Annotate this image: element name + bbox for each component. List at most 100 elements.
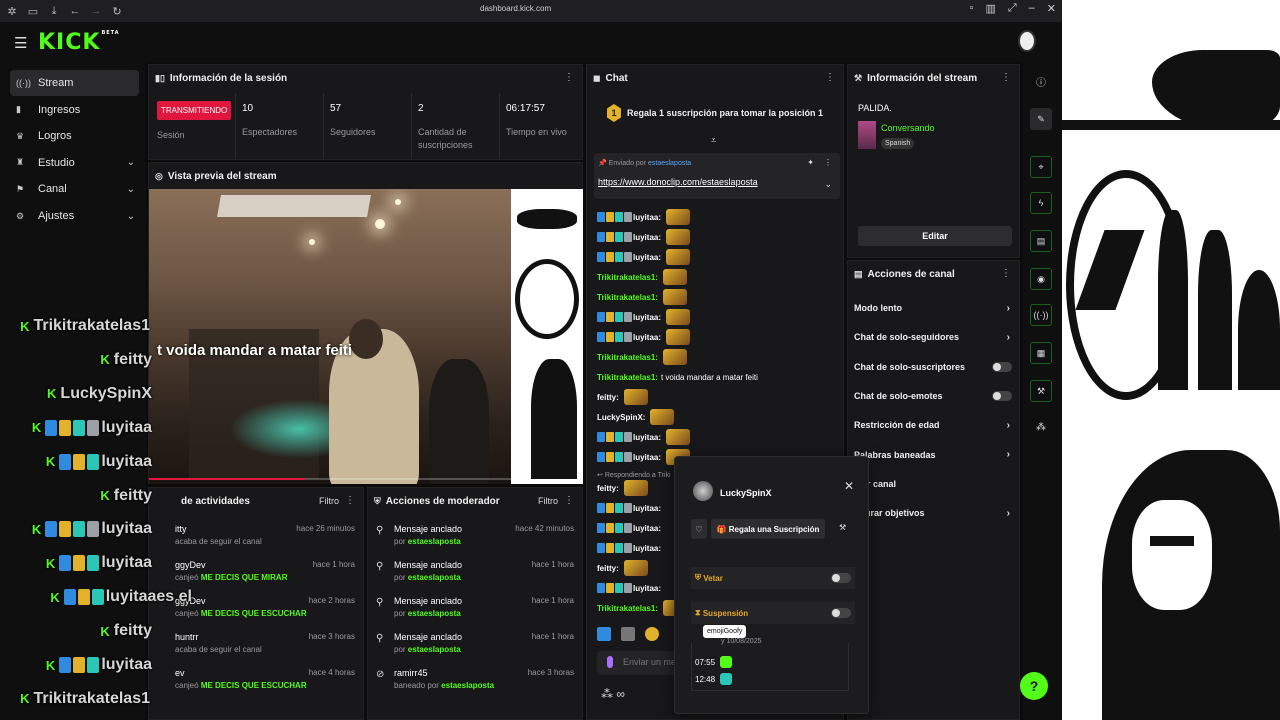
menu-icon[interactable]: ☰ xyxy=(14,34,27,52)
sidebar-item-estudio[interactable]: ♜ Estudio ⌄ xyxy=(10,150,139,176)
chat-username[interactable]: feitty: xyxy=(597,564,619,573)
chat-message[interactable]: luyitaa: xyxy=(597,328,691,346)
chat-username[interactable]: feitty: xyxy=(597,484,619,493)
forward-icon[interactable]: → xyxy=(87,2,105,20)
more-icon[interactable]: ⋮ xyxy=(825,72,835,83)
chat-message[interactable]: LuckySpinX: xyxy=(597,408,675,426)
kick-logo[interactable]: KICKBETA xyxy=(38,30,120,55)
edit-stream-button[interactable]: Editar xyxy=(858,226,1012,246)
mod-action-item[interactable]: ⚲ Mensaje anclado por estaeslaposta hace 1 … xyxy=(368,552,582,588)
chat-message[interactable]: feitty: xyxy=(597,559,648,577)
minimize-icon[interactable]: – xyxy=(1029,2,1035,15)
chat-username[interactable]: Trikitrakatelas1: xyxy=(597,604,658,613)
chat-username[interactable]: luyitaa: xyxy=(633,213,661,222)
chat-username[interactable]: luyitaa: xyxy=(633,453,661,462)
channel-action-item[interactable]: Chat de solo-seguidores › xyxy=(854,327,1014,347)
channel-action-item[interactable]: Modo lento › xyxy=(854,298,1014,318)
collapse-icon[interactable]: ⩡ xyxy=(711,135,716,146)
chat-username[interactable]: feitty: xyxy=(597,393,619,402)
chat-message[interactable]: feitty: xyxy=(597,479,648,497)
close-icon[interactable]: ✕ xyxy=(1047,2,1056,15)
points-icon[interactable]: ⁂ ∞ xyxy=(601,687,625,701)
user-avatar[interactable] xyxy=(1018,30,1036,52)
emote-shortcut[interactable] xyxy=(645,627,659,641)
chevron-down-icon[interactable]: ⌄ xyxy=(824,179,832,190)
stream-category[interactable]: Conversando xyxy=(881,123,935,133)
mic-icon[interactable] xyxy=(607,656,613,668)
activity-item[interactable]: ggyDev canjeó ME DECIS QUE MIRAR hace 1 ho… xyxy=(149,552,363,588)
more-icon[interactable]: ⋮ xyxy=(564,495,574,506)
mod-action-item[interactable]: ⊘ ramirr45 baneado por estaeslaposta hace 3… xyxy=(368,660,582,696)
chat-message[interactable]: Trikitrakatelas1: xyxy=(597,348,687,366)
broadcast-icon[interactable]: ((·)) xyxy=(1030,304,1052,326)
video-progress-bar[interactable] xyxy=(149,478,511,480)
chat-username[interactable]: luyitaa: xyxy=(633,524,661,533)
gift-leaderboard[interactable]: 1 Regala 1 suscripción para tomar la pos… xyxy=(587,95,843,131)
channel-action-item[interactable]: figurar objetivos › xyxy=(854,503,1014,523)
chat-username[interactable]: LuckySpinX: xyxy=(597,413,645,422)
channel-action-toggle[interactable] xyxy=(992,361,1012,372)
chat-message[interactable]: luyitaa: xyxy=(597,308,691,326)
chat-username[interactable]: luyitaa: xyxy=(633,233,661,242)
apps-icon[interactable]: ⁂ xyxy=(1036,422,1046,433)
pencil-icon[interactable]: ✎ xyxy=(1030,108,1052,130)
chat-username[interactable]: luyitaa: xyxy=(633,544,661,553)
channel-action-item[interactable]: Palabras baneadas › xyxy=(854,445,1014,465)
activity-item[interactable]: huntrr acaba de seguir el canal hace 3 ho… xyxy=(149,624,363,660)
chat-username[interactable]: luyitaa: xyxy=(633,584,661,593)
chat-message[interactable]: luyitaa: xyxy=(597,519,664,537)
channel-action-item[interactable]: tear canal xyxy=(854,474,1014,494)
chat-message[interactable]: luyitaa: xyxy=(597,228,691,246)
pip-icon[interactable]: ▫ xyxy=(970,2,974,15)
chat-message[interactable]: luyitaa: xyxy=(597,208,691,226)
chat-message[interactable]: luyitaa: xyxy=(597,248,691,266)
layers-icon[interactable]: ▦ xyxy=(1030,342,1052,364)
chat-username[interactable]: luyitaa: xyxy=(633,333,661,342)
activity-item[interactable]: itty acaba de seguir el canal hace 26 min… xyxy=(149,516,363,552)
channel-action-item[interactable]: Chat de solo-emotes xyxy=(854,386,1014,406)
more-icon[interactable]: ⋮ xyxy=(564,72,574,83)
chat-message[interactable]: Trikitrakatelas1: xyxy=(597,268,687,286)
channel-action-toggle[interactable] xyxy=(992,390,1012,401)
extensions-icon[interactable]: ✲ xyxy=(3,2,21,20)
chat-message[interactable]: luyitaa: xyxy=(597,579,664,597)
sidebar-item-ingresos[interactable]: ▮ Ingresos xyxy=(10,97,139,123)
sidebar-item-logros[interactable]: ♛ Logros xyxy=(10,123,139,149)
chat-message[interactable]: luyitaa: xyxy=(597,428,691,446)
sidebar-icon[interactable]: ▭ xyxy=(24,2,42,20)
more-icon[interactable]: ⋮ xyxy=(1001,268,1011,279)
emote-shortcut[interactable] xyxy=(621,627,635,641)
split-icon[interactable]: ▥ xyxy=(985,2,995,15)
chat-message[interactable]: luyitaa: xyxy=(597,539,664,557)
mod-icon[interactable]: ⚒ xyxy=(839,523,846,532)
help-icon[interactable]: ? xyxy=(1020,672,1048,700)
more-icon[interactable]: ⋮ xyxy=(824,158,832,167)
back-icon[interactable]: ← xyxy=(66,2,84,20)
chat-username[interactable]: Trikitrakatelas1: xyxy=(597,353,658,362)
mod-action-item[interactable]: ⚲ Mensaje anclado por estaeslaposta hace 42… xyxy=(368,516,582,552)
sidebar-item-stream[interactable]: ((·)) Stream xyxy=(10,70,139,96)
more-icon[interactable]: ⋮ xyxy=(345,495,355,506)
user-card-name[interactable]: LuckySpinX xyxy=(720,488,772,498)
follow-heart-icon[interactable]: ♡ xyxy=(691,519,707,539)
chat-username[interactable]: Trikitrakatelas1: xyxy=(597,293,658,302)
chat-message[interactable]: feitty: xyxy=(597,388,648,406)
mod-action-item[interactable]: ⚲ Mensaje anclado por estaeslaposta hace 1 … xyxy=(368,624,582,660)
chat-username[interactable]: Trikitrakatelas1: xyxy=(597,273,658,282)
info-icon[interactable]: ⓘ xyxy=(1036,74,1046,89)
pinned-user[interactable]: estaeslaposta xyxy=(648,160,691,167)
chat-username[interactable]: luyitaa: xyxy=(633,253,661,262)
reload-icon[interactable]: ↻ xyxy=(108,2,126,20)
close-icon[interactable]: ✕ xyxy=(844,479,854,493)
mod-action-item[interactable]: ⚲ Mensaje anclado por estaeslaposta hace 1 … xyxy=(368,588,582,624)
suspension-toggle[interactable] xyxy=(831,608,851,618)
pin-icon[interactable]: ✦ xyxy=(807,158,814,167)
activity-item[interactable]: ev canjeó ME DECIS QUE ESCUCHAR hace 4 hor… xyxy=(149,660,363,696)
chat-username[interactable]: luyitaa: xyxy=(633,504,661,513)
emote-shortcut[interactable] xyxy=(597,627,611,641)
veto-toggle[interactable] xyxy=(831,573,851,583)
chat-username[interactable]: luyitaa: xyxy=(633,313,661,322)
bolt-icon[interactable]: ϟ xyxy=(1030,192,1052,214)
restore-icon[interactable]: ⤢ xyxy=(1008,2,1017,15)
channel-action-item[interactable]: Restricción de edad › xyxy=(854,415,1014,435)
